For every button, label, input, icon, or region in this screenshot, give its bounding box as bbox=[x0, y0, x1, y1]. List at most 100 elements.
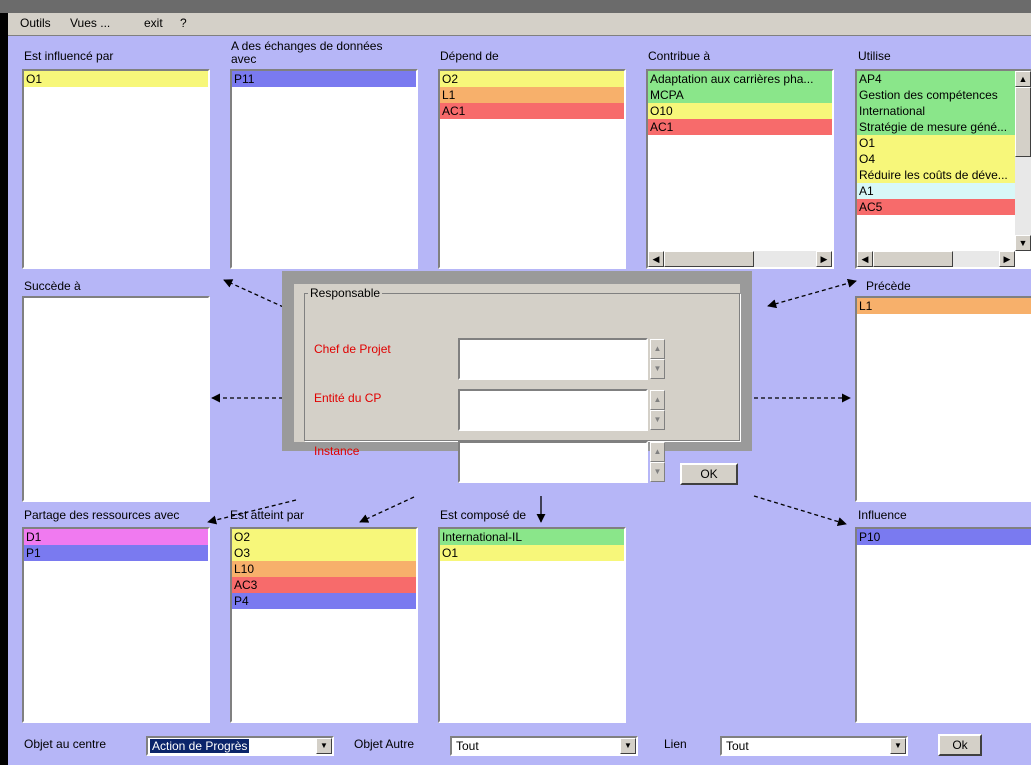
list-item[interactable]: O4 bbox=[857, 151, 1031, 167]
objet-centre-label: Objet au centre bbox=[24, 737, 107, 751]
entite-cp-field[interactable] bbox=[458, 389, 648, 431]
list-precede[interactable]: L1 bbox=[855, 296, 1031, 502]
horizontal-scrollbar[interactable]: ◀ ▶ bbox=[857, 251, 1015, 267]
label-partage-ressources: Partage des ressources avec bbox=[24, 508, 180, 522]
list-items: O2 L1 AC1 bbox=[440, 71, 624, 119]
scroll-thumb[interactable] bbox=[1015, 87, 1031, 157]
list-item[interactable]: Adaptation aux carrières pha... bbox=[648, 71, 832, 87]
objet-centre-value: Action de Progrès bbox=[150, 739, 250, 753]
label-est-compose-de: Est composé de bbox=[440, 508, 527, 522]
lien-label: Lien bbox=[664, 737, 687, 751]
ok-button[interactable]: Ok bbox=[938, 734, 982, 756]
list-item[interactable]: AC3 bbox=[232, 577, 416, 593]
list-item[interactable]: AP4 bbox=[857, 71, 1031, 87]
list-est-atteint-par[interactable]: O2 O3 L10 AC3 P4 bbox=[230, 527, 418, 723]
list-items: D1 P1 bbox=[24, 529, 208, 561]
list-utilise[interactable]: AP4 Gestion des compétences International S… bbox=[855, 69, 1031, 269]
label-precede: Précède bbox=[866, 279, 911, 293]
list-item[interactable]: P10 bbox=[857, 529, 1031, 545]
list-item[interactable]: P11 bbox=[232, 71, 416, 87]
lien-value: Tout bbox=[726, 739, 749, 753]
list-item[interactable]: MCPA bbox=[648, 87, 832, 103]
label-est-influence-par: Est influencé par bbox=[24, 49, 114, 63]
scroll-up-icon[interactable]: ▲ bbox=[650, 339, 665, 359]
label-contribue-a: Contribue à bbox=[648, 49, 711, 63]
instance-field[interactable] bbox=[458, 441, 648, 483]
label-est-atteint-par: Est atteint par bbox=[230, 508, 305, 522]
entite-cp-scroll[interactable]: ▲ ▼ bbox=[650, 390, 665, 430]
scroll-thumb[interactable] bbox=[873, 251, 953, 267]
list-contribue-a[interactable]: Adaptation aux carrières pha... MCPA O10 AC… bbox=[646, 69, 834, 269]
objet-autre-value: Tout bbox=[456, 739, 479, 753]
list-succede-a[interactable] bbox=[22, 296, 210, 502]
scroll-up-icon[interactable]: ▲ bbox=[650, 442, 665, 462]
list-item[interactable]: O1 bbox=[440, 545, 624, 561]
chevron-down-icon[interactable]: ▼ bbox=[890, 738, 906, 754]
instance-label: Instance bbox=[314, 444, 360, 458]
list-item[interactable]: Stratégie de mesure géné... bbox=[857, 119, 1031, 135]
list-item[interactable]: Réduire les coûts de déve... bbox=[857, 167, 1031, 183]
objet-autre-select[interactable]: Tout ▼ bbox=[450, 736, 638, 756]
list-item[interactable]: O1 bbox=[24, 71, 208, 87]
list-items: AP4 Gestion des compétences International S… bbox=[857, 71, 1031, 215]
list-item[interactable]: International bbox=[857, 103, 1031, 119]
list-item[interactable]: O10 bbox=[648, 103, 832, 119]
list-item[interactable]: International-IL bbox=[440, 529, 624, 545]
list-item[interactable]: Gestion des compétences bbox=[857, 87, 1031, 103]
list-item[interactable]: O2 bbox=[440, 71, 624, 87]
list-est-compose-de[interactable]: International-IL O1 bbox=[438, 527, 626, 723]
horizontal-scrollbar[interactable]: ◀ ▶ bbox=[648, 251, 832, 267]
scroll-up-icon[interactable]: ▲ bbox=[1015, 71, 1031, 87]
label-succede-a: Succède à bbox=[24, 279, 81, 293]
list-item[interactable]: P1 bbox=[24, 545, 208, 561]
list-influence[interactable]: P10 bbox=[855, 527, 1031, 723]
list-item[interactable]: O2 bbox=[232, 529, 416, 545]
list-items: L1 bbox=[857, 298, 1031, 314]
label-echanges-donnees: A des échanges de données avec bbox=[231, 39, 383, 66]
list-partage-ressources[interactable]: D1 P1 bbox=[22, 527, 210, 723]
responsable-ok-button[interactable]: OK bbox=[680, 463, 738, 485]
scroll-down-icon[interactable]: ▼ bbox=[1015, 235, 1031, 251]
list-items: International-IL O1 bbox=[440, 529, 624, 561]
scroll-left-icon[interactable]: ◀ bbox=[648, 251, 664, 267]
list-items: O2 O3 L10 AC3 P4 bbox=[232, 529, 416, 609]
scroll-up-icon[interactable]: ▲ bbox=[650, 390, 665, 410]
list-item[interactable]: D1 bbox=[24, 529, 208, 545]
scroll-left-icon[interactable]: ◀ bbox=[857, 251, 873, 267]
list-item[interactable]: P4 bbox=[232, 593, 416, 609]
entite-cp-label: Entité du CP bbox=[314, 391, 382, 405]
objet-autre-label: Objet Autre bbox=[354, 737, 415, 751]
list-echanges-donnees[interactable]: P11 bbox=[230, 69, 418, 269]
list-item[interactable]: AC1 bbox=[648, 119, 832, 135]
list-item[interactable]: L1 bbox=[857, 298, 1031, 314]
scroll-down-icon[interactable]: ▼ bbox=[650, 462, 665, 482]
scroll-down-icon[interactable]: ▼ bbox=[650, 359, 665, 379]
list-item[interactable]: AC1 bbox=[440, 103, 624, 119]
responsable-legend: Responsable bbox=[308, 286, 383, 300]
chevron-down-icon[interactable]: ▼ bbox=[620, 738, 636, 754]
scroll-thumb[interactable] bbox=[664, 251, 754, 267]
list-item[interactable]: A1 bbox=[857, 183, 1031, 199]
chef-projet-label: Chef de Projet bbox=[314, 342, 391, 356]
list-item[interactable]: O3 bbox=[232, 545, 416, 561]
list-depend-de[interactable]: O2 L1 AC1 bbox=[438, 69, 626, 269]
list-est-influence-par[interactable]: O1 bbox=[22, 69, 210, 269]
lien-select[interactable]: Tout ▼ bbox=[720, 736, 908, 756]
label-utilise: Utilise bbox=[858, 49, 891, 63]
label-depend-de: Dépend de bbox=[440, 49, 499, 63]
list-item[interactable]: AC5 bbox=[857, 199, 1031, 215]
chef-projet-field[interactable] bbox=[458, 338, 648, 380]
chevron-down-icon[interactable]: ▼ bbox=[316, 738, 332, 754]
list-items: P11 bbox=[232, 71, 416, 87]
chef-projet-scroll[interactable]: ▲ ▼ bbox=[650, 339, 665, 379]
list-items: Adaptation aux carrières pha... MCPA O10 AC… bbox=[648, 71, 832, 135]
list-item[interactable]: L10 bbox=[232, 561, 416, 577]
objet-centre-select[interactable]: Action de Progrès ▼ bbox=[146, 736, 334, 756]
vertical-scrollbar[interactable]: ▲ ▼ bbox=[1015, 71, 1031, 251]
scroll-right-icon[interactable]: ▶ bbox=[816, 251, 832, 267]
list-item[interactable]: L1 bbox=[440, 87, 624, 103]
instance-scroll[interactable]: ▲ ▼ bbox=[650, 442, 665, 482]
list-item[interactable]: O1 bbox=[857, 135, 1031, 151]
scroll-down-icon[interactable]: ▼ bbox=[650, 410, 665, 430]
scroll-right-icon[interactable]: ▶ bbox=[999, 251, 1015, 267]
